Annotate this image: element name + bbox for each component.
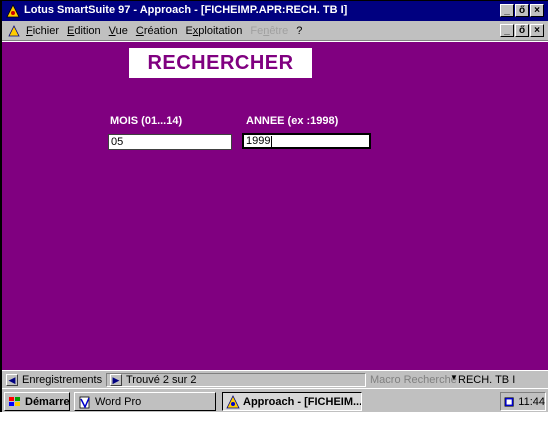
windows-logo-icon bbox=[9, 396, 20, 406]
taskbar-word-pro[interactable]: Word Pro bbox=[74, 392, 216, 411]
menu-item-fen-tre[interactable]: Fenêtre bbox=[250, 25, 288, 37]
menu-item-cr-ation[interactable]: Création bbox=[136, 25, 178, 37]
window-controls: _ ő × bbox=[500, 4, 544, 17]
mois-field[interactable]: 05 bbox=[108, 134, 232, 150]
restore-button[interactable]: ő bbox=[515, 4, 529, 17]
start-button[interactable]: Démarrer bbox=[4, 392, 70, 411]
form-title: RECHERCHER bbox=[129, 48, 312, 78]
approach-icon bbox=[226, 394, 240, 408]
desktop-screen: Lotus SmartSuite 97 - Approach - [FICHEI… bbox=[0, 0, 548, 412]
lotus-app-icon[interactable] bbox=[6, 4, 20, 18]
close-button[interactable]: × bbox=[530, 4, 544, 17]
records-icon[interactable]: ◀ bbox=[6, 374, 18, 386]
annee-label: ANNEE (ex :1998) bbox=[246, 115, 339, 127]
menu-item-help[interactable]: ? bbox=[296, 25, 302, 37]
menu-item-exploitation[interactable]: Exploitation bbox=[185, 25, 242, 37]
view-name[interactable]: RECH. TB I bbox=[458, 374, 515, 386]
window-title: Lotus SmartSuite 97 - Approach - [FICHEI… bbox=[24, 4, 348, 16]
menu-item-vue[interactable]: Vue bbox=[109, 25, 128, 37]
document-icon[interactable] bbox=[8, 25, 20, 37]
mois-label: MOIS (01...14) bbox=[110, 115, 183, 127]
menu-item-fichier[interactable]: Fichier bbox=[26, 25, 59, 37]
form-area: RECHERCHER MOIS (01...14) 05 ANNEE (ex :… bbox=[2, 42, 548, 370]
annee-field[interactable]: 1999 bbox=[242, 133, 371, 149]
tray-app-icon[interactable] bbox=[504, 396, 514, 408]
system-tray: 11:44 bbox=[500, 392, 546, 411]
menu-items: Fichier Edition Vue Création Exploitation Fen… bbox=[26, 25, 302, 37]
found-count: Trouvé 2 sur 2 bbox=[126, 374, 197, 386]
start-label: Démarrer bbox=[25, 395, 70, 408]
document-controls: _ ő × bbox=[500, 24, 544, 37]
annee-value: 1999 bbox=[246, 135, 271, 147]
text-caret bbox=[271, 135, 273, 147]
status-bar: ◀ Enregistrements ▶ Trouvé 2 sur 2 Macro… bbox=[2, 370, 548, 388]
doc-close-button[interactable]: × bbox=[530, 24, 544, 37]
word-pro-label: Word Pro bbox=[95, 395, 142, 408]
records-label[interactable]: Enregistrements bbox=[22, 374, 102, 386]
minimize-button[interactable]: _ bbox=[500, 4, 514, 17]
mois-value: 05 bbox=[111, 136, 124, 148]
menu-bar: Fichier Edition Vue Création Exploitation Fen… bbox=[2, 21, 548, 41]
window-title-bar[interactable]: Lotus SmartSuite 97 - Approach - [FICHEI… bbox=[2, 1, 548, 21]
taskbar: Démarrer Word Pro Approach - [FICHEIM...… bbox=[2, 388, 548, 412]
clock[interactable]: 11:44 bbox=[518, 396, 545, 408]
approach-label: Approach - [FICHEIM... bbox=[243, 395, 362, 408]
macro-dropdown-icon[interactable]: ▼ bbox=[450, 373, 458, 382]
doc-restore-button[interactable]: ő bbox=[515, 24, 529, 37]
found-icon[interactable]: ▶ bbox=[110, 374, 122, 386]
taskbar-approach[interactable]: Approach - [FICHEIM... bbox=[222, 392, 362, 411]
doc-minimize-button[interactable]: _ bbox=[500, 24, 514, 37]
menu-item-edition[interactable]: Edition bbox=[67, 25, 101, 37]
macro-label[interactable]: Macro Recherche bbox=[370, 374, 457, 386]
word-pro-icon bbox=[79, 396, 90, 409]
